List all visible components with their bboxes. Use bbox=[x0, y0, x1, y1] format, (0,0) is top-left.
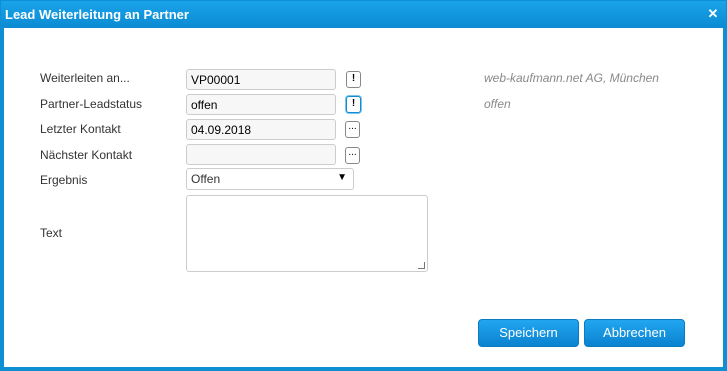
forward-alert-button[interactable]: ! bbox=[346, 71, 361, 88]
text-area[interactable] bbox=[186, 195, 428, 272]
status-alert-button[interactable]: ! bbox=[346, 96, 361, 113]
text-label: Text bbox=[40, 226, 63, 240]
save-button[interactable]: Speichern bbox=[478, 319, 579, 347]
forward-label: Weiterleiten an... bbox=[40, 71, 130, 85]
status-input[interactable]: offen bbox=[186, 94, 336, 115]
last-contact-input[interactable]: 04.09.2018 bbox=[186, 119, 336, 140]
cancel-button[interactable]: Abbrechen bbox=[584, 319, 685, 347]
resize-grip-icon[interactable] bbox=[418, 262, 425, 269]
result-select-value: Offen bbox=[191, 172, 221, 186]
dialog-title: Lead Weiterleitung an Partner bbox=[5, 7, 189, 22]
next-contact-picker-button[interactable]: ... bbox=[345, 147, 360, 164]
lead-forward-dialog: Lead Weiterleitung an Partner ✕ bbox=[0, 0, 727, 371]
forward-info: web-kaufmann.net AG, München bbox=[484, 71, 659, 85]
result-label: Ergebnis bbox=[40, 173, 88, 187]
last-contact-picker-button[interactable]: ... bbox=[345, 121, 360, 138]
close-icon[interactable]: ✕ bbox=[706, 7, 720, 21]
last-contact-label: Letzter Kontakt bbox=[40, 122, 121, 136]
dropdown-arrow-icon: ▼ bbox=[337, 172, 347, 183]
status-info: offen bbox=[484, 97, 511, 111]
result-select[interactable]: Offen ▼ bbox=[186, 168, 354, 190]
title-bar: Lead Weiterleitung an Partner ✕ bbox=[1, 1, 726, 28]
status-label: Partner-Leadstatus bbox=[40, 97, 143, 111]
forward-input[interactable]: VP00001 bbox=[186, 69, 336, 90]
next-contact-label: Nächster Kontakt bbox=[40, 148, 133, 162]
next-contact-input[interactable] bbox=[186, 144, 336, 165]
